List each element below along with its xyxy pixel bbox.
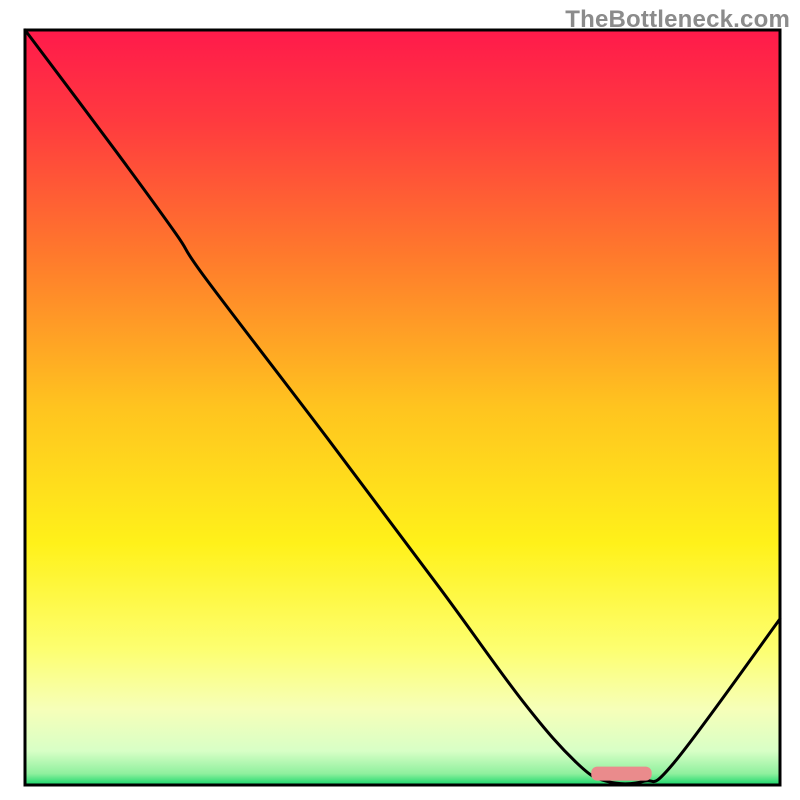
chart-background [25,30,780,785]
optimal-range-marker [591,767,651,781]
bottleneck-chart [0,0,800,800]
